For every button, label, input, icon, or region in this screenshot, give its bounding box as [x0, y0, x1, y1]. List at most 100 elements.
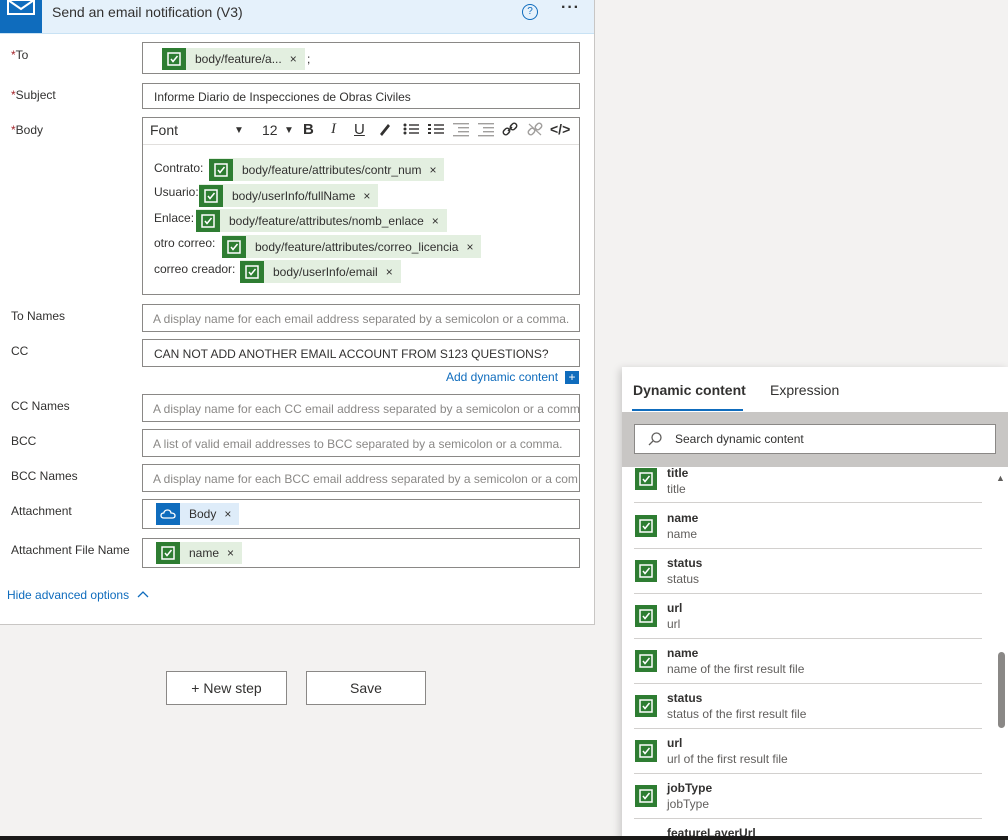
attachment-name-token[interactable]: name ×	[156, 542, 243, 564]
onedrive-icon	[156, 503, 180, 525]
cc-field[interactable]: CAN NOT ADD ANOTHER EMAIL ACCOUNT FROM S…	[142, 339, 580, 367]
approval-icon	[240, 260, 264, 283]
bcc-label: BCC	[11, 434, 37, 448]
bullet-list-icon[interactable]	[402, 121, 420, 141]
bcc-names-placeholder: A display name for each BCC email addres…	[153, 472, 578, 486]
close-icon[interactable]: ×	[363, 189, 378, 203]
body-token[interactable]: body/userInfo/fullName ×	[199, 184, 379, 207]
approval-icon	[635, 468, 657, 490]
underline-button[interactable]: U	[354, 121, 365, 138]
to-token[interactable]: body/feature/a... ×	[162, 48, 305, 70]
to-label: *To	[11, 48, 29, 62]
bcc-names-field[interactable]: A display name for each BCC email addres…	[142, 464, 580, 492]
close-icon[interactable]: ×	[227, 546, 242, 560]
list-item[interactable]: status status of the first result file	[634, 683, 982, 729]
numbered-list-icon[interactable]	[427, 121, 445, 141]
to-names-label: To Names	[11, 309, 66, 323]
body-token-label: body/userInfo/email	[273, 264, 378, 279]
attachment-name-field[interactable]: name ×	[142, 538, 580, 568]
attachment-token[interactable]: Body ×	[156, 503, 240, 525]
list-item[interactable]: name name	[634, 503, 982, 549]
item-description: jobType	[667, 797, 710, 811]
font-select[interactable]: Font	[150, 122, 178, 138]
bcc-placeholder: A list of valid email addresses to BCC s…	[153, 437, 563, 451]
body-editor[interactable]: Font ▼ 12 ▼ B I U </> Contrato: body/fea…	[142, 117, 580, 295]
dynamic-content-panel: Dynamic content Expression Search dynami…	[622, 367, 1008, 840]
item-title: jobType	[667, 781, 713, 795]
to-token-label: body/feature/a...	[195, 52, 282, 66]
body-token-label: body/feature/attributes/contr_num	[242, 162, 422, 177]
chevron-down-icon[interactable]: ▼	[234, 125, 244, 136]
bcc-field[interactable]: A list of valid email addresses to BCC s…	[142, 429, 580, 457]
approval-icon	[635, 605, 657, 627]
bcc-names-label: BCC Names	[11, 469, 78, 483]
close-icon[interactable]: ×	[466, 240, 481, 254]
close-icon[interactable]: ×	[386, 265, 401, 279]
list-item[interactable]: title title	[634, 458, 982, 503]
close-icon[interactable]: ×	[432, 214, 447, 228]
highlight-icon[interactable]	[377, 121, 393, 141]
to-names-field[interactable]: A display name for each email address se…	[142, 304, 580, 332]
cc-names-placeholder: A display name for each CC email address…	[153, 402, 580, 416]
close-icon[interactable]: ×	[224, 507, 239, 521]
item-title: status	[667, 556, 703, 570]
code-view-button[interactable]: </>	[550, 121, 570, 137]
cc-names-field[interactable]: A display name for each CC email address…	[142, 394, 580, 422]
scrollbar-thumb[interactable]	[998, 652, 1005, 728]
font-size-select[interactable]: 12	[262, 122, 278, 138]
body-token[interactable]: body/feature/attributes/correo_licencia …	[222, 235, 482, 258]
unlink-icon[interactable]	[526, 121, 544, 141]
subject-field[interactable]: Informe Diario de Inspecciones de Obras …	[142, 83, 580, 109]
tab-dynamic-content[interactable]: Dynamic content	[633, 382, 746, 398]
body-line-label: Enlace:	[154, 211, 195, 225]
body-token[interactable]: body/userInfo/email ×	[240, 260, 401, 283]
card-title: Send an email notification (V3)	[52, 4, 243, 20]
add-dynamic-content-link[interactable]: Add dynamic content	[446, 370, 558, 384]
save-button[interactable]: Save	[306, 671, 426, 705]
search-input[interactable]: Search dynamic content	[634, 424, 996, 454]
tab-expression[interactable]: Expression	[770, 382, 839, 398]
item-title: name	[667, 646, 699, 660]
more-options-icon[interactable]: ···	[561, 0, 580, 17]
body-token[interactable]: body/feature/attributes/nomb_enlace ×	[196, 209, 447, 232]
body-token[interactable]: body/feature/attributes/contr_num ×	[209, 158, 445, 181]
item-description: url of the first result file	[667, 752, 788, 766]
hide-advanced-options-link[interactable]: Hide advanced options	[7, 588, 150, 602]
item-description: title	[667, 482, 686, 496]
approval-icon	[635, 695, 657, 717]
bold-button[interactable]: B	[303, 121, 314, 138]
decrease-indent-icon[interactable]	[452, 121, 470, 141]
list-item[interactable]: url url	[634, 593, 982, 639]
increase-indent-icon[interactable]	[477, 121, 495, 141]
scroll-up-icon[interactable]: ▲	[996, 473, 1005, 483]
new-step-button[interactable]: + New step	[166, 671, 287, 705]
body-line-label: otro correo:	[154, 236, 216, 250]
item-title: url	[667, 601, 683, 615]
list-item[interactable]: jobType jobType	[634, 773, 982, 819]
link-icon[interactable]	[501, 121, 519, 141]
subject-value: Informe Diario de Inspecciones de Obras …	[154, 90, 411, 104]
item-title: status	[667, 691, 703, 705]
item-title: url	[667, 736, 683, 750]
to-field[interactable]: body/feature/a... × ;	[142, 42, 580, 74]
list-item[interactable]: status status	[634, 548, 982, 594]
approval-icon	[196, 209, 220, 232]
email-action-card: Send an email notification (V3) ? ··· *T…	[0, 0, 595, 625]
to-separator: ;	[307, 52, 311, 66]
close-icon[interactable]: ×	[429, 163, 444, 177]
subject-label: *Subject	[11, 88, 56, 102]
card-header[interactable]: Send an email notification (V3) ? ···	[0, 0, 594, 34]
italic-button[interactable]: I	[331, 121, 336, 138]
body-line-label: Usuario:	[154, 185, 199, 199]
approval-icon	[209, 158, 233, 181]
list-item[interactable]: name name of the first result file	[634, 638, 982, 684]
help-icon[interactable]: ?	[522, 4, 538, 20]
close-icon[interactable]: ×	[290, 52, 305, 66]
attachment-token-label: Body	[189, 507, 217, 521]
list-item[interactable]: url url of the first result file	[634, 728, 982, 774]
attachment-field[interactable]: Body ×	[142, 499, 580, 529]
body-token-label: body/feature/attributes/correo_licencia	[255, 239, 459, 254]
item-description: name of the first result file	[667, 662, 805, 676]
chevron-down-icon[interactable]: ▼	[284, 125, 294, 136]
add-icon[interactable]: +	[565, 371, 579, 384]
